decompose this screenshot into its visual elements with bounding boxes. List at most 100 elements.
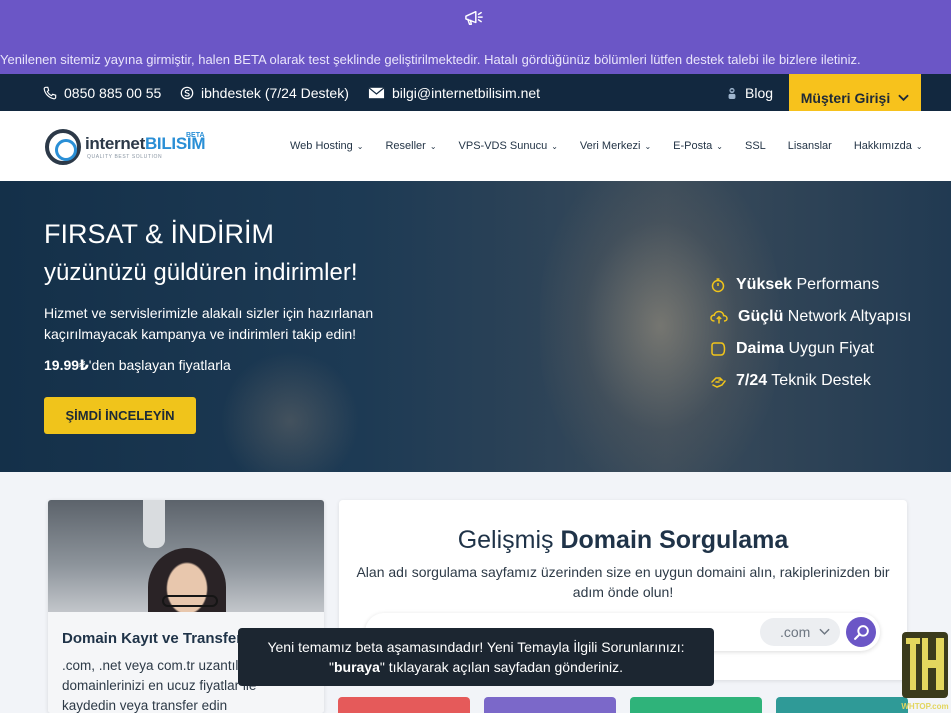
- toast-link[interactable]: buraya: [334, 659, 380, 675]
- feature-label: Yüksek Performans: [736, 276, 879, 294]
- feature-text: Teknik Destek: [767, 372, 871, 389]
- stopwatch-icon: [711, 278, 725, 293]
- megaphone-icon: [465, 10, 483, 26]
- search-icon: [853, 624, 869, 640]
- explore-button[interactable]: ŞİMDİ İNCELEYİN: [44, 397, 196, 434]
- feature-bold: 7/24: [736, 372, 768, 389]
- card-photo: [48, 500, 324, 638]
- nav-item-hakkimizda[interactable]: Hakkımızda ⌄: [854, 140, 923, 152]
- cloud-upload-icon: [710, 310, 728, 324]
- nav-item-label: Lisanslar: [787, 140, 832, 152]
- domain-title-bold: Domain Sorgulama: [560, 526, 789, 554]
- nav-item-label: Veri Merkezi: [579, 140, 641, 152]
- feature-bold: Güçlü: [738, 308, 784, 325]
- feature-performance: Yüksek Performans: [710, 269, 911, 301]
- site-logo[interactable]: internetBILISIM BETA QUALITY BEST SOLUTI…: [45, 127, 215, 167]
- skype-handle: ibhdestek (7/24 Destek): [201, 84, 349, 101]
- card-photo-lamp: [143, 500, 165, 548]
- card-photo-glasses: [162, 595, 218, 607]
- customer-login-label: Müşteri Girişi: [800, 89, 891, 106]
- hero-description: Hizmet ve servislerimizle alakalı sizler…: [44, 305, 374, 342]
- nav-item-label: Web Hosting: [290, 140, 353, 152]
- product-tile[interactable]: [776, 697, 908, 713]
- email-address: bilgi@internetbilisim.net: [392, 84, 541, 101]
- whtop-logo-icon: WHTOP.com: [901, 632, 949, 711]
- nav-item-label: E-Posta: [673, 140, 713, 152]
- chevron-down-icon: ⌄: [644, 141, 652, 151]
- product-tile[interactable]: [630, 697, 762, 713]
- nav-item-reseller[interactable]: Reseller ⌄: [385, 140, 436, 152]
- blog-label: Blog: [745, 84, 774, 101]
- feature-label: 7/24 Teknik Destek: [736, 372, 871, 390]
- blog-icon: [728, 87, 736, 99]
- hero-photo-woman-left: [220, 351, 360, 472]
- page: Yenilenen sitemiz yayına girmiştir, hale…: [0, 0, 951, 713]
- phone-number: 0850 885 00 55: [64, 84, 162, 101]
- chevron-down-icon: [819, 628, 830, 635]
- feature-text: Uygun Fiyat: [784, 340, 874, 357]
- main-navigation: internetBILISIM BETA QUALITY BEST SOLUTI…: [0, 111, 951, 181]
- hero-subtitle: yüzünüzü güldüren indirimler!: [44, 259, 358, 286]
- feature-support: 7/24 Teknik Destek: [710, 365, 911, 397]
- domain-title-light: Gelişmiş: [457, 526, 561, 554]
- watermark-label: WHTOP.com: [901, 702, 948, 711]
- chevron-down-icon: ⌄: [356, 141, 364, 151]
- chevron-down-icon: ⌄: [551, 141, 558, 151]
- skype-icon: [180, 86, 194, 99]
- card-title: Domain Kayıt ve Transfer: [62, 630, 243, 647]
- beta-notice-toast: Yeni temamız beta aşamasındadır! Yeni Te…: [238, 628, 714, 686]
- toast-line2-rest: " tıklayarak açılan sayfadan gönderiniz.: [379, 659, 623, 675]
- nav-item-e-posta[interactable]: E-Posta ⌄: [673, 140, 723, 152]
- product-tile[interactable]: [338, 697, 470, 713]
- feature-label: Daima Uygun Fiyat: [736, 340, 874, 358]
- hero-price: 19.99₺'den başlayan fiyatlarla: [44, 357, 231, 374]
- feature-bold: Yüksek: [736, 276, 793, 293]
- domain-search-button[interactable]: [846, 617, 876, 647]
- nav-menu: Web Hosting ⌄ Reseller ⌄ VPS-VDS Sunucu ⌄ V…: [290, 111, 923, 181]
- feature-price: Daima Uygun Fiyat: [710, 333, 911, 365]
- nav-item-vps-vds[interactable]: VPS-VDS Sunucu ⌄: [459, 140, 558, 152]
- logo-beta: BETA: [186, 132, 205, 139]
- chevron-down-icon: ⌄: [915, 141, 923, 151]
- domain-search-description: Alan adı sorgulama sayfamız üzerinden si…: [356, 564, 890, 600]
- email-contact[interactable]: bilgi@internetbilisim.net: [368, 74, 540, 111]
- chevron-down-icon: [898, 94, 909, 101]
- skype-contact[interactable]: ibhdestek (7/24 Destek): [180, 74, 349, 111]
- envelope-icon: [368, 86, 385, 98]
- blog-link[interactable]: Blog: [726, 74, 773, 111]
- tld-select[interactable]: .com: [760, 618, 840, 646]
- tld-selected: .com: [780, 624, 811, 640]
- hero-price-value: 19.99₺: [44, 357, 89, 373]
- nav-item-ssl[interactable]: SSL: [745, 140, 766, 152]
- product-tile[interactable]: [484, 697, 616, 713]
- phone-contact[interactable]: 0850 885 00 55: [43, 74, 161, 111]
- toast-line2: "buraya" tıklayarak açılan sayfadan gönd…: [238, 657, 714, 677]
- feature-network: Güçlü Network Altyapısı: [710, 301, 911, 333]
- feature-list: Yüksek Performans Güçlü Network Altyapıs…: [710, 269, 911, 397]
- announcement-bar: Yenilenen sitemiz yayına girmiştir, hale…: [0, 0, 951, 74]
- announcement-text: Yenilenen sitemiz yayına girmiştir, hale…: [0, 52, 861, 67]
- hero-banner: FIRSAT & İNDİRİM yüzünüzü güldüren indir…: [0, 181, 951, 472]
- nav-item-label: Hakkımızda: [853, 140, 912, 152]
- nav-item-label: VPS-VDS Sunucu: [458, 140, 548, 152]
- domain-search-title: Gelişmiş Domain Sorgulama: [339, 526, 907, 555]
- chevron-down-icon: ⌄: [716, 141, 723, 151]
- nav-item-label: SSL: [744, 140, 766, 152]
- nav-item-lisanslar[interactable]: Lisanslar: [788, 140, 832, 152]
- nav-item-veri-merkezi[interactable]: Veri Merkezi ⌄: [580, 140, 651, 152]
- logo-part1: internet: [85, 134, 145, 153]
- tag-icon: [711, 342, 726, 356]
- hero-price-suffix: 'den başlayan fiyatlarla: [88, 357, 231, 373]
- feature-label: Güçlü Network Altyapısı: [738, 308, 911, 326]
- feature-text: Network Altyapısı: [783, 308, 912, 325]
- logo-mark-icon: [45, 129, 81, 165]
- feature-text: Performans: [792, 276, 880, 293]
- chevron-down-icon: ⌄: [429, 141, 437, 151]
- whtop-watermark: WHTOP.com: [900, 630, 950, 713]
- support-hand-icon: [711, 377, 726, 388]
- nav-item-web-hosting[interactable]: Web Hosting ⌄: [290, 140, 363, 152]
- toast-line1: Yeni temamız beta aşamasındadır! Yeni Te…: [267, 639, 685, 655]
- hero-title: FIRSAT & İNDİRİM: [44, 219, 275, 249]
- logo-tagline: QUALITY BEST SOLUTION: [87, 154, 163, 160]
- feature-bold: Daima: [736, 340, 785, 357]
